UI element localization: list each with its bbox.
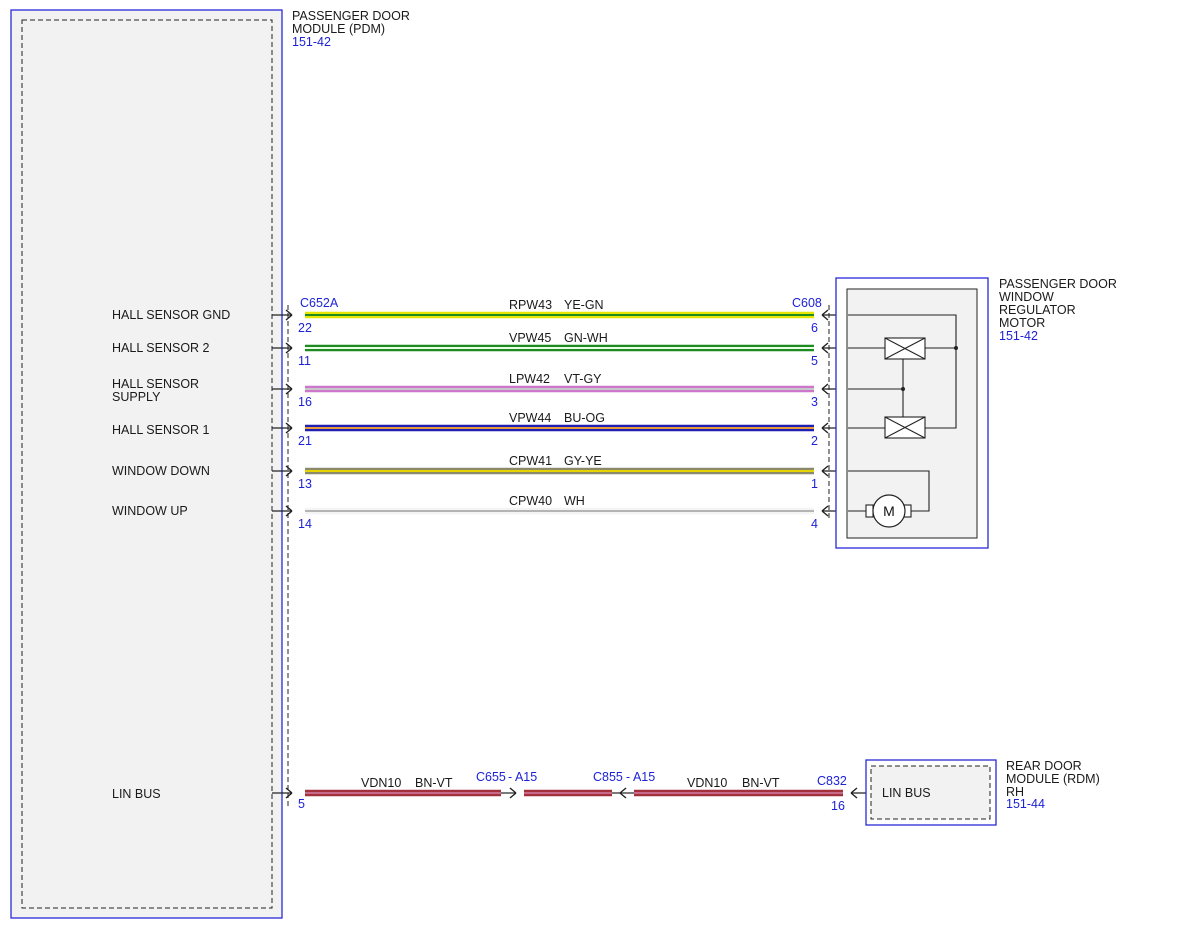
- junction-dot: [901, 387, 905, 391]
- wire-from-pin: 21: [298, 434, 312, 448]
- motor-module[interactable]: M: [835, 277, 989, 549]
- wire-from-pin: 14: [298, 517, 312, 531]
- pdm-connector-name: C652A: [300, 296, 339, 310]
- pdm-pin-label-hall-gnd: HALL SENSOR GND: [112, 308, 230, 322]
- wire-row[interactable]: CPW40 WH 14 4: [272, 494, 848, 531]
- motor-name-line: MOTOR: [999, 316, 1045, 330]
- wire-circuit-label: VPW45: [509, 331, 551, 345]
- wire-color-code: GN-WH: [564, 331, 608, 345]
- wire-row[interactable]: RPW43 YE-GN 22 6: [272, 298, 848, 335]
- lin-pdm-pin: 5: [298, 797, 305, 811]
- motor-name: PASSENGER DOOR WINDOW REGULATOR MOTOR: [999, 277, 1120, 330]
- pdm-pin-label-line: HALL SENSOR: [112, 377, 199, 391]
- wire-color-code: GY-YE: [564, 454, 602, 468]
- wire-to-pin: 1: [811, 477, 818, 491]
- lin-seg1-color: BN-VT: [415, 776, 453, 790]
- pdm-pin-label-hall-2: HALL SENSOR 2: [112, 341, 210, 355]
- inline-connector-2: C855: [593, 770, 623, 784]
- rdm-name-line: REAR DOOR: [1006, 759, 1082, 773]
- wire-rows: RPW43 YE-GN 22 6 VPW45 GN-WH 11 5 LPW42 …: [272, 298, 848, 531]
- pdm-pin-label-lin-bus: LIN BUS: [112, 787, 161, 801]
- wire-to-pin: 2: [811, 434, 818, 448]
- motor-ref: 151-42: [999, 329, 1038, 343]
- wire-circuit-label: CPW40: [509, 494, 552, 508]
- rdm-name-line: MODULE (RDM): [1006, 772, 1100, 786]
- junction-dot: [954, 346, 958, 350]
- pdm-pin-label-window-down: WINDOW DOWN: [112, 464, 210, 478]
- lin-seg1-circuit: VDN10: [361, 776, 401, 790]
- pdm-name-line: MODULE (PDM): [292, 22, 385, 36]
- inline-connector-2-pin: - A15: [626, 770, 655, 784]
- wire-row[interactable]: VPW45 GN-WH 11 5: [272, 331, 848, 368]
- wire-color-code: WH: [564, 494, 585, 508]
- wire-from-pin: 11: [298, 354, 311, 368]
- lin-seg2-color: BN-VT: [742, 776, 780, 790]
- inline-connector-1: C655: [476, 770, 506, 784]
- wire-circuit-label: RPW43: [509, 298, 552, 312]
- lin-seg2-circuit: VDN10: [687, 776, 727, 790]
- wire-color-code: YE-GN: [564, 298, 604, 312]
- motor-name-line: REGULATOR: [999, 303, 1076, 317]
- pdm-ref: 151-42: [292, 35, 331, 49]
- wiring-diagram: PASSENGER DOOR MODULE (PDM) 151-42 HALL …: [10, 9, 1120, 919]
- motor-name-line: PASSENGER DOOR: [999, 277, 1117, 291]
- hall-sensor-icon: [884, 337, 926, 360]
- rdm-connector-name: C832: [817, 774, 847, 788]
- pdm-pin-label-window-up: WINDOW UP: [112, 504, 188, 518]
- rdm-name: REAR DOOR MODULE (RDM) RH: [1006, 759, 1103, 799]
- wire-from-pin: 22: [298, 321, 312, 335]
- pdm-pin-label-hall-1: HALL SENSOR 1: [112, 423, 210, 437]
- wire-color-code: VT-GY: [564, 372, 602, 386]
- inline-connector-1-pin: - A15: [508, 770, 537, 784]
- wire-to-pin: 4: [811, 517, 818, 531]
- pdm-name: PASSENGER DOOR MODULE (PDM): [292, 9, 413, 36]
- wire-row[interactable]: LPW42 VT-GY 16 3: [272, 372, 848, 409]
- pdm-name-line: PASSENGER DOOR: [292, 9, 410, 23]
- rdm-pin-label: LIN BUS: [882, 786, 931, 800]
- motor-name-line: WINDOW: [999, 290, 1054, 304]
- rdm-ref: 151-44: [1006, 797, 1045, 811]
- hall-sensor-icon: [884, 416, 926, 439]
- wire-to-pin: 6: [811, 321, 818, 335]
- motor-connector-name: C608: [792, 296, 822, 310]
- wire-row[interactable]: CPW41 GY-YE 13 1: [272, 454, 848, 491]
- wire-to-pin: 3: [811, 395, 818, 409]
- wire-from-pin: 16: [298, 395, 312, 409]
- pdm-pin-label-line: SUPPLY: [112, 390, 161, 404]
- wire-circuit-label: CPW41: [509, 454, 552, 468]
- rdm-pin: 16: [831, 799, 845, 813]
- wire-from-pin: 13: [298, 477, 312, 491]
- wire-color-code: BU-OG: [564, 411, 605, 425]
- motor-symbol-label: M: [883, 503, 895, 519]
- wire-to-pin: 5: [811, 354, 818, 368]
- wire-circuit-label: VPW44: [509, 411, 551, 425]
- wire-circuit-label: LPW42: [509, 372, 550, 386]
- wire-row[interactable]: VPW44 BU-OG 21 2: [272, 411, 848, 448]
